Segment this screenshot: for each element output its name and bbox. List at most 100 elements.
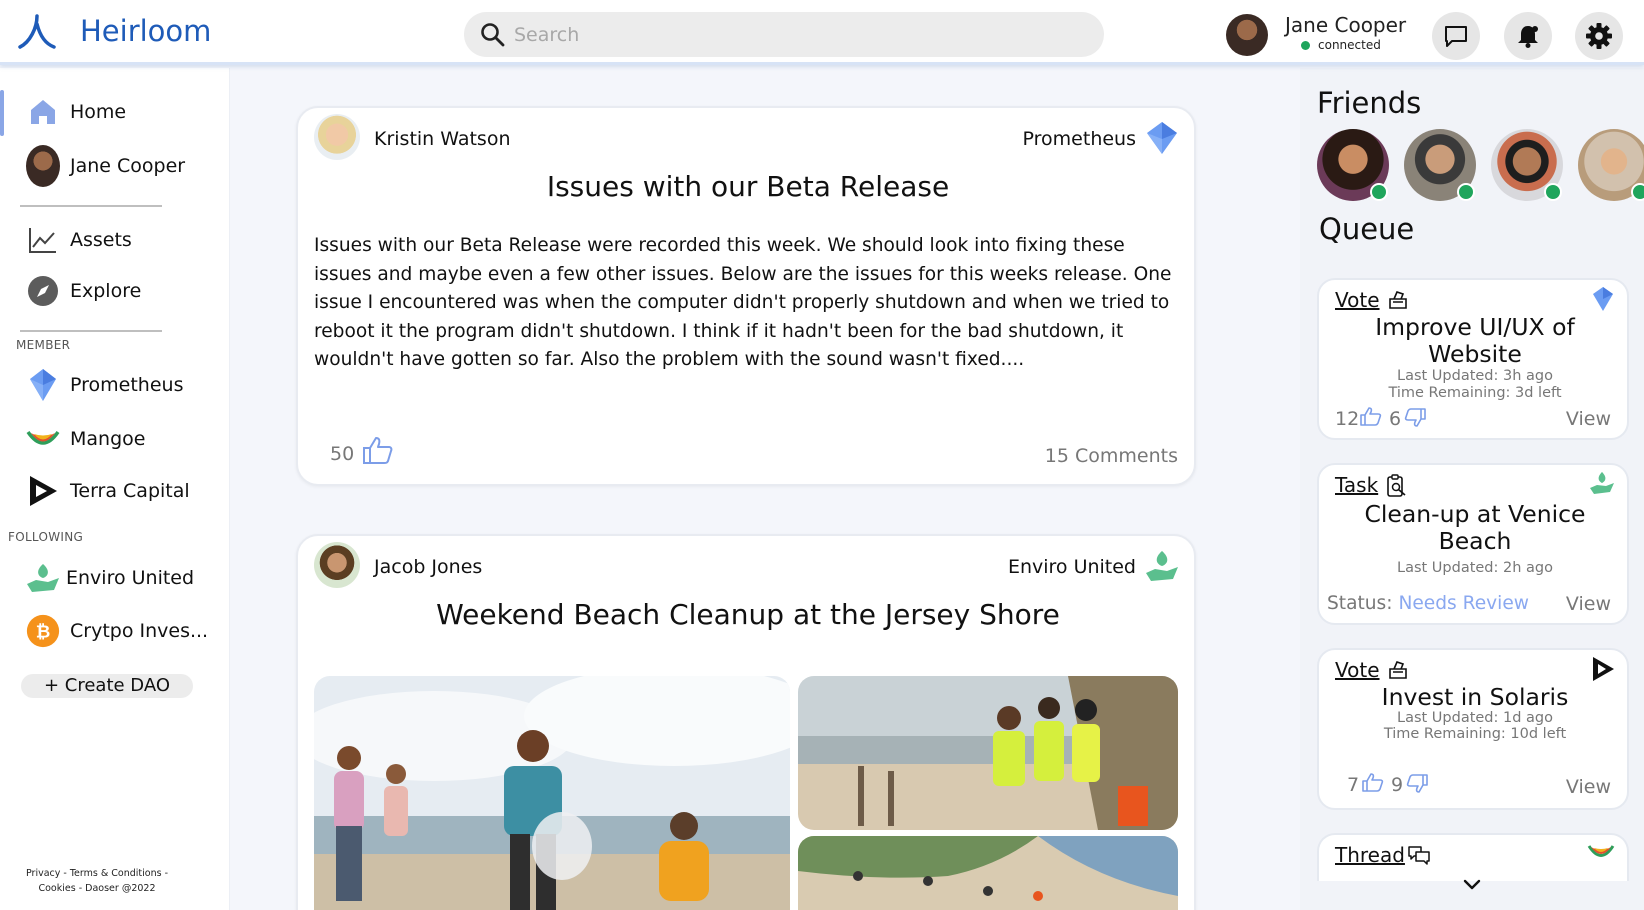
- post-photo[interactable]: [798, 676, 1178, 830]
- chart-line-icon: [26, 223, 60, 257]
- sidebar-item-assets[interactable]: Assets: [0, 218, 230, 262]
- queue-item-updated: Last Updated: 2h ago: [1396, 560, 1553, 576]
- gear-icon: [1586, 23, 1612, 49]
- compass-icon: [26, 274, 60, 308]
- avatar[interactable]: [314, 114, 360, 160]
- avatar[interactable]: [1226, 14, 1268, 56]
- thumbs-up-icon[interactable]: [362, 435, 394, 465]
- chat-bubbles-icon: [1408, 846, 1430, 865]
- svg-text:₿: ₿: [36, 621, 51, 642]
- notifications-button[interactable]: [1504, 12, 1552, 60]
- create-dao-button[interactable]: + Create DAO: [21, 674, 193, 698]
- sidebar-item-enviro-united[interactable]: Enviro United: [0, 556, 230, 600]
- queue-card[interactable]: Task Clean-up at Venice Beach Last Updat…: [1317, 463, 1629, 625]
- post-author[interactable]: Jacob Jones: [374, 556, 482, 578]
- search-icon: [481, 23, 505, 47]
- thumbs-up-icon[interactable]: [1360, 406, 1382, 426]
- top-bar: Heirloom Jane Cooper connected: [0, 0, 1644, 65]
- post-card[interactable]: Jacob Jones Enviro United Weekend Beach …: [296, 534, 1196, 910]
- message-icon: [1445, 26, 1467, 47]
- terra-capital-logo-icon: [26, 474, 60, 508]
- sidebar-item-profile[interactable]: Jane Cooper: [0, 144, 230, 188]
- enviro-united-logo-icon: [26, 561, 60, 595]
- search-bar[interactable]: [464, 12, 1104, 57]
- mangoe-logo-icon: [26, 422, 60, 456]
- post-title[interactable]: Weekend Beach Cleanup at the Jersey Shor…: [298, 598, 1194, 631]
- footer-copyright[interactable]: Cookies - Daoser @2022: [12, 881, 182, 896]
- chevron-down-icon[interactable]: [1462, 878, 1482, 892]
- clipboard-search-icon: [1387, 474, 1406, 497]
- sidebar-item-prometheus[interactable]: Prometheus: [0, 363, 230, 407]
- status-value[interactable]: Needs Review: [1398, 593, 1529, 614]
- online-status-dot: [1544, 183, 1562, 201]
- view-link[interactable]: View: [1566, 593, 1611, 615]
- messages-button[interactable]: [1432, 12, 1480, 60]
- sidebar-item-home[interactable]: Home: [0, 90, 230, 134]
- search-input[interactable]: [514, 18, 1074, 51]
- avatar[interactable]: [314, 542, 360, 588]
- sidebar-item-mangoe[interactable]: Mangoe: [0, 417, 230, 461]
- queue-item-type[interactable]: Vote: [1335, 288, 1380, 312]
- thumbs-down-icon[interactable]: [1404, 408, 1426, 428]
- settings-button[interactable]: [1575, 12, 1623, 60]
- online-status-dot: [1301, 41, 1310, 50]
- sidebar-item-label: Crytpo Inves...: [70, 620, 209, 642]
- queue-card[interactable]: Thread: [1317, 833, 1629, 881]
- sidebar-item-explore[interactable]: Explore: [0, 269, 230, 313]
- post-card[interactable]: Kristin Watson Prometheus Issues with ou…: [296, 106, 1196, 486]
- sidebar-item-label: Terra Capital: [70, 480, 190, 502]
- divider: [20, 205, 162, 207]
- thumbs-down-icon[interactable]: [1406, 774, 1428, 794]
- post-dao-name[interactable]: Prometheus: [1023, 128, 1136, 150]
- bell-icon: [1518, 26, 1538, 48]
- upvote-count: 7: [1347, 774, 1360, 796]
- post-dao-name[interactable]: Enviro United: [1008, 556, 1136, 578]
- prometheus-logo-icon: [1593, 287, 1613, 311]
- bitcoin-icon: ₿: [26, 614, 60, 648]
- sidebar-item-crypto-investors[interactable]: ₿ Crytpo Inves...: [0, 609, 230, 653]
- user-name[interactable]: Jane Cooper: [1285, 13, 1406, 37]
- view-link[interactable]: View: [1566, 776, 1611, 798]
- sidebar-item-terra-capital[interactable]: Terra Capital: [0, 469, 230, 513]
- upvote-count: 12: [1335, 408, 1360, 430]
- post-title[interactable]: Issues with our Beta Release: [298, 170, 1194, 203]
- home-icon: [26, 95, 60, 129]
- sidebar-item-label: Explore: [70, 280, 142, 302]
- queue-item-type[interactable]: Task: [1335, 473, 1378, 497]
- queue-card[interactable]: Vote Improve UI/UX of Website Last Updat…: [1317, 278, 1629, 440]
- mangoe-logo-icon: [1587, 845, 1615, 857]
- app-title[interactable]: Heirloom: [80, 14, 211, 48]
- queue-item-type[interactable]: Vote: [1335, 658, 1380, 682]
- post-photo[interactable]: [314, 676, 790, 910]
- thumbs-up-icon[interactable]: [1362, 772, 1384, 792]
- sidebar-item-label: Jane Cooper: [70, 155, 186, 177]
- enviro-united-logo-icon: [1590, 472, 1614, 494]
- ballot-box-icon: [1389, 661, 1407, 679]
- queue-title: Queue: [1319, 212, 1415, 246]
- post-photo[interactable]: [798, 836, 1178, 910]
- queue-item-title[interactable]: Clean-up at Venice Beach: [1329, 501, 1621, 555]
- queue-item-title[interactable]: Invest in Solaris: [1329, 684, 1621, 711]
- queue-item-updated: Last Updated: 3h ago: [1396, 368, 1553, 384]
- comments-link[interactable]: 15 Comments: [1045, 445, 1178, 467]
- online-status-dot: [1457, 183, 1475, 201]
- sidebar-item-label: Mangoe: [70, 428, 146, 450]
- sidebar-item-label: Home: [70, 101, 127, 123]
- view-link[interactable]: View: [1566, 408, 1611, 430]
- beach-group-photo: [798, 836, 1178, 910]
- heirloom-logo-icon[interactable]: [18, 14, 56, 50]
- avatar: [26, 145, 60, 187]
- downvote-count: 9: [1391, 774, 1404, 796]
- downvote-count: 6: [1389, 408, 1402, 430]
- footer-legal-links[interactable]: Privacy - Terms & Conditions -: [12, 866, 182, 881]
- queue-item-type[interactable]: Thread: [1335, 843, 1405, 867]
- volunteers-photo: [798, 676, 1178, 830]
- post-author[interactable]: Kristin Watson: [374, 128, 511, 150]
- online-status-dot: [1370, 183, 1388, 201]
- sidebar-item-label: Assets: [70, 229, 132, 251]
- sidebar-item-label: Prometheus: [70, 374, 184, 396]
- footer-links: Privacy - Terms & Conditions - Cookies -…: [12, 866, 182, 896]
- queue-item-title[interactable]: Improve UI/UX of Website: [1329, 314, 1621, 368]
- friends-title: Friends: [1317, 86, 1422, 120]
- queue-card[interactable]: Vote Invest in Solaris Last Updated: 1d …: [1317, 648, 1629, 810]
